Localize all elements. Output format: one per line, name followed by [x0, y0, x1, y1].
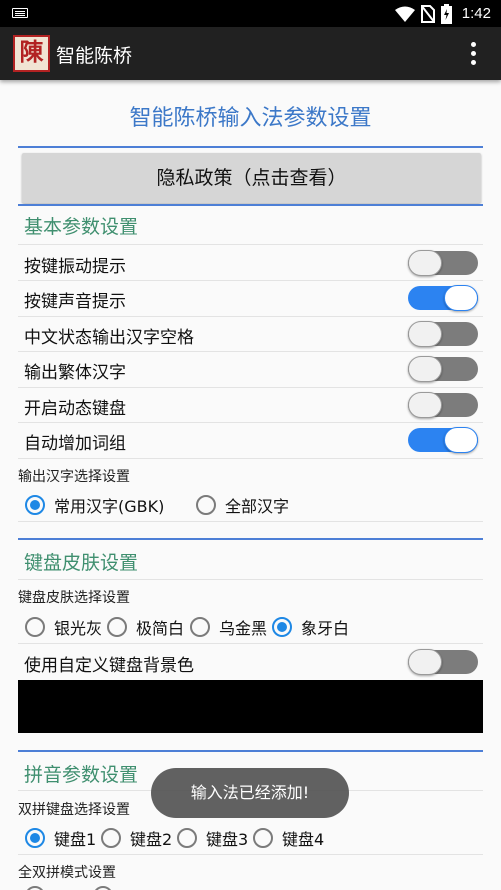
radio-checked-icon [272, 617, 292, 637]
custom-bg-switch[interactable] [408, 649, 478, 675]
page-title: 智能陈桥输入法参数设置 [129, 106, 372, 131]
section-header-basic: 基本参数设置 [24, 216, 139, 238]
divider [18, 316, 483, 317]
radio-full-mode-partial[interactable] [25, 886, 54, 890]
sound-switch[interactable] [408, 285, 478, 311]
traditional-label: 输出繁体汉字 [24, 363, 126, 383]
auto-phrase-switch[interactable] [408, 427, 478, 453]
overflow-menu-icon[interactable] [471, 42, 477, 66]
radio-unchecked-icon [177, 828, 197, 848]
space-label: 中文状态输出汉字空格 [24, 328, 194, 348]
divider [18, 458, 483, 459]
switch-thumb [408, 649, 442, 675]
radio-full-mode-partial-2[interactable] [93, 886, 122, 890]
no-sim-icon [420, 4, 435, 23]
radio-skin-white[interactable]: 极简白 [107, 615, 184, 639]
privacy-divider [18, 204, 483, 206]
app-title: 智能陈桥 [56, 45, 133, 67]
section-header-pinyin: 拼音参数设置 [24, 764, 139, 786]
radio-skin-black[interactable]: 乌金黑 [190, 615, 267, 639]
switch-thumb [408, 321, 442, 347]
radio-keyboard-4[interactable]: 键盘4 [253, 826, 324, 850]
radio-unchecked-icon [196, 495, 216, 515]
status-bar: 1:42 [0, 0, 501, 27]
space-switch[interactable] [408, 321, 478, 347]
divider [18, 244, 483, 245]
keyboard-icon [12, 8, 28, 18]
radio-checked-icon [25, 495, 45, 515]
app-bar: 陳 智能陈桥 [0, 27, 501, 80]
settings-content[interactable]: 智能陈桥输入法参数设置 隐私政策（点击查看） 基本参数设置 按键振动提示 按键声… [0, 80, 501, 890]
radio-unchecked-icon [190, 617, 210, 637]
radio-skin-silver[interactable]: 银光灰 [25, 615, 102, 639]
switch-thumb [444, 285, 478, 311]
clock: 1:42 [461, 5, 491, 22]
radio-unchecked-icon [93, 886, 113, 890]
radio-unchecked-icon [253, 828, 273, 848]
divider [18, 351, 483, 352]
vibration-label: 按键振动提示 [24, 257, 126, 277]
vibration-switch[interactable] [408, 250, 478, 276]
radio-checked-icon [25, 828, 45, 848]
switch-thumb [408, 250, 442, 276]
divider [18, 280, 483, 281]
divider [18, 422, 483, 423]
radio-gbk[interactable]: 常用汉字(GBK) [25, 493, 164, 517]
section-divider-pinyin [18, 750, 483, 752]
radio-keyboard-3[interactable]: 键盘3 [177, 826, 248, 850]
battery-icon [440, 3, 452, 24]
sound-label: 按键声音提示 [24, 292, 126, 312]
radio-unchecked-icon [101, 828, 121, 848]
switch-thumb [408, 392, 442, 418]
divider [18, 387, 483, 388]
divider [18, 643, 483, 644]
radio-keyboard-2[interactable]: 键盘2 [101, 826, 172, 850]
divider [18, 854, 483, 855]
custom-bg-color-swatch[interactable] [18, 680, 483, 733]
full-shuangpin-label: 全双拼模式设置 [18, 865, 116, 881]
radio-unchecked-icon [25, 617, 45, 637]
privacy-policy-button[interactable]: 隐私政策（点击查看） [22, 153, 481, 203]
title-divider [18, 146, 483, 148]
app-logo: 陳 [13, 35, 50, 72]
section-header-skin: 键盘皮肤设置 [24, 552, 139, 574]
divider [18, 579, 483, 580]
radio-unchecked-icon [107, 617, 127, 637]
switch-thumb [408, 356, 442, 382]
shuangpin-label: 双拼键盘选择设置 [18, 802, 130, 818]
radio-keyboard-1[interactable]: 键盘1 [25, 826, 96, 850]
dynamic-keyboard-label: 开启动态键盘 [24, 399, 126, 419]
switch-thumb [444, 427, 478, 453]
wifi-icon [394, 6, 415, 22]
radio-skin-ivory[interactable]: 象牙白 [272, 615, 349, 639]
dynamic-keyboard-switch[interactable] [408, 392, 478, 418]
traditional-switch[interactable] [408, 356, 478, 382]
auto-phrase-label: 自动增加词组 [24, 434, 126, 454]
radio-all-chars[interactable]: 全部汉字 [196, 493, 289, 517]
custom-bg-label: 使用自定义键盘背景色 [24, 656, 194, 676]
divider [18, 521, 483, 522]
skin-select-label: 键盘皮肤选择设置 [18, 590, 130, 606]
radio-unchecked-icon [25, 886, 45, 890]
section-divider-skin [18, 538, 483, 540]
output-charset-label: 输出汉字选择设置 [18, 469, 130, 485]
toast-message: 输入法已经添加! [151, 768, 349, 818]
